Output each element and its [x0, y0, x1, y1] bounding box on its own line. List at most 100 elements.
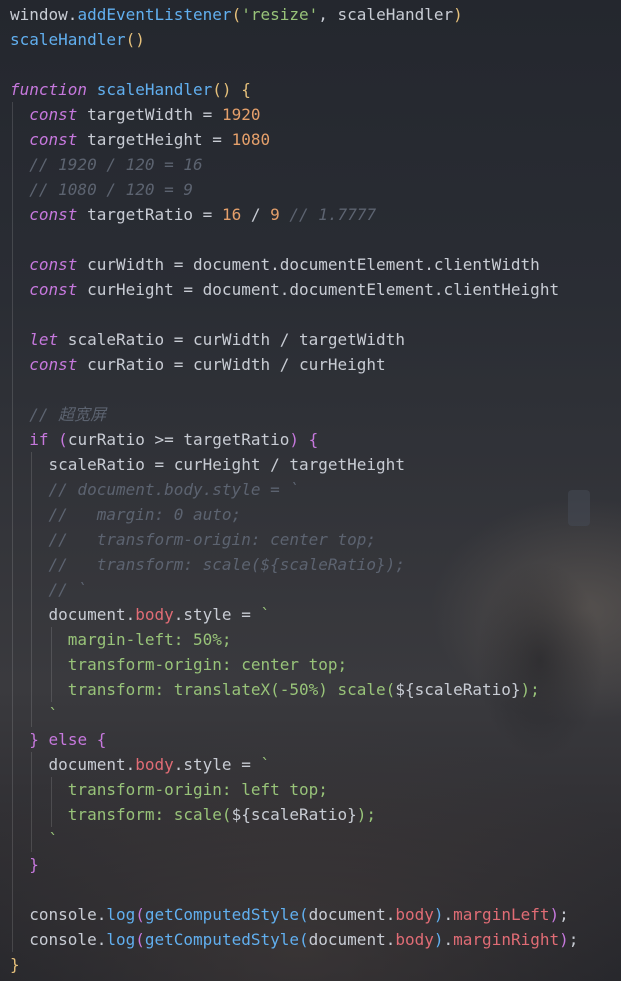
- code-line: if (curRatio >= targetRatio) {: [0, 427, 621, 452]
- indent-guide: [12, 502, 13, 527]
- code-line: // 超宽屏: [0, 402, 621, 427]
- code-line: // document.body.style = `: [0, 477, 621, 502]
- code-line: scaleRatio = curHeight / targetHeight: [0, 452, 621, 477]
- code-token: const: [29, 130, 78, 149]
- code-token: const: [29, 255, 78, 274]
- code-token: margin-left: 50%;: [67, 630, 232, 649]
- code-editor[interactable]: window.addEventListener('resize', scaleH…: [0, 2, 621, 977]
- indent-guide: [12, 877, 13, 902]
- code-line: const targetRatio = 16 / 9 // 1.7777: [0, 202, 621, 227]
- indent-guide: [12, 802, 13, 827]
- code-token: function: [10, 80, 88, 99]
- code-token: document.: [308, 930, 396, 949]
- indent-guide: [31, 677, 33, 702]
- code-token: // margin: 0 auto;: [48, 505, 242, 524]
- code-line: document.body.style = `: [0, 602, 621, 627]
- code-token: if: [29, 430, 49, 449]
- code-line: } else {: [0, 727, 621, 752]
- code-token: {: [308, 430, 319, 449]
- indent-guide: [12, 277, 13, 302]
- code-line: document.body.style = `: [0, 752, 621, 777]
- code-token: (: [299, 905, 309, 924]
- code-token: /: [241, 205, 271, 224]
- code-token: .: [443, 905, 454, 924]
- code-line: // transform-origin: center top;: [0, 527, 621, 552]
- code-token: document.: [48, 755, 136, 774]
- code-token: 1080: [231, 130, 271, 149]
- indent-guide: [12, 477, 13, 502]
- code-token: transform-origin: center top;: [67, 655, 348, 674]
- indent-guide: [31, 752, 33, 777]
- code-token: {: [241, 80, 251, 99]
- indent-guide: [31, 502, 33, 527]
- code-token: (: [135, 905, 145, 924]
- code-token: `: [260, 605, 271, 624]
- indent-guide: [31, 527, 33, 552]
- indent-guide: [12, 402, 13, 427]
- indent-guide: [12, 527, 13, 552]
- code-token: // transform-origin: center top;: [48, 530, 377, 549]
- code-line: transform: translateX(-50%) scale(${scal…: [0, 677, 621, 702]
- code-line: window.addEventListener('resize', scaleH…: [0, 2, 621, 27]
- indent-guide: [12, 177, 13, 202]
- code-token: scaleRatio = curHeight / targetHeight: [48, 455, 405, 474]
- code-token: );: [356, 805, 377, 824]
- code-token: marginRight: [453, 930, 560, 949]
- indent-guide: [31, 477, 33, 502]
- indent-guide: [12, 827, 13, 852]
- code-token: `: [260, 755, 271, 774]
- code-token: scaleHandler: [96, 80, 213, 99]
- code-line: const curHeight = document.documentEleme…: [0, 277, 621, 302]
- indent-guide: [12, 752, 13, 777]
- indent-guide: [12, 302, 13, 327]
- code-token: targetRatio =: [77, 205, 222, 224]
- code-line: `: [0, 827, 621, 852]
- code-token: (: [299, 930, 309, 949]
- code-token: const: [29, 105, 78, 124]
- code-token: marginLeft: [453, 905, 550, 924]
- code-token: log: [106, 930, 136, 949]
- indent-guide: [12, 127, 13, 152]
- code-token: ;: [559, 905, 569, 924]
- code-token: (: [135, 930, 145, 949]
- code-token: // transform: scale(${scaleRatio});: [48, 555, 405, 574]
- code-token: ${scaleRatio}: [395, 680, 521, 699]
- code-token: (: [58, 430, 68, 449]
- code-token: ): [559, 930, 569, 949]
- indent-guide: [12, 652, 13, 677]
- indent-guide: [12, 427, 13, 452]
- code-token: {: [96, 730, 107, 749]
- code-token: );: [520, 680, 540, 699]
- indent-guide: [12, 202, 13, 227]
- indent-guide: [50, 652, 52, 677]
- code-line: scaleHandler(): [0, 27, 621, 52]
- indent-guide: [12, 602, 13, 627]
- indent-guide: [12, 777, 13, 802]
- indent-guide: [12, 352, 13, 377]
- code-token: getComputedStyle: [144, 930, 299, 949]
- code-line: // 1080 / 120 = 9: [0, 177, 621, 202]
- indent-guide: [12, 677, 13, 702]
- code-line: }: [0, 952, 621, 977]
- indent-guide: [12, 452, 13, 477]
- indent-guide: [31, 552, 33, 577]
- code-line: [0, 227, 621, 252]
- code-token: targetHeight =: [77, 130, 232, 149]
- code-token: (): [125, 30, 145, 49]
- code-token: // document.body.style = `: [48, 480, 299, 499]
- indent-guide: [12, 927, 13, 952]
- indent-guide: [12, 102, 13, 127]
- code-token: ): [453, 5, 463, 24]
- code-token: curRatio >= targetRatio: [67, 430, 290, 449]
- indent-guide: [12, 902, 13, 927]
- code-line: transform-origin: center top;: [0, 652, 621, 677]
